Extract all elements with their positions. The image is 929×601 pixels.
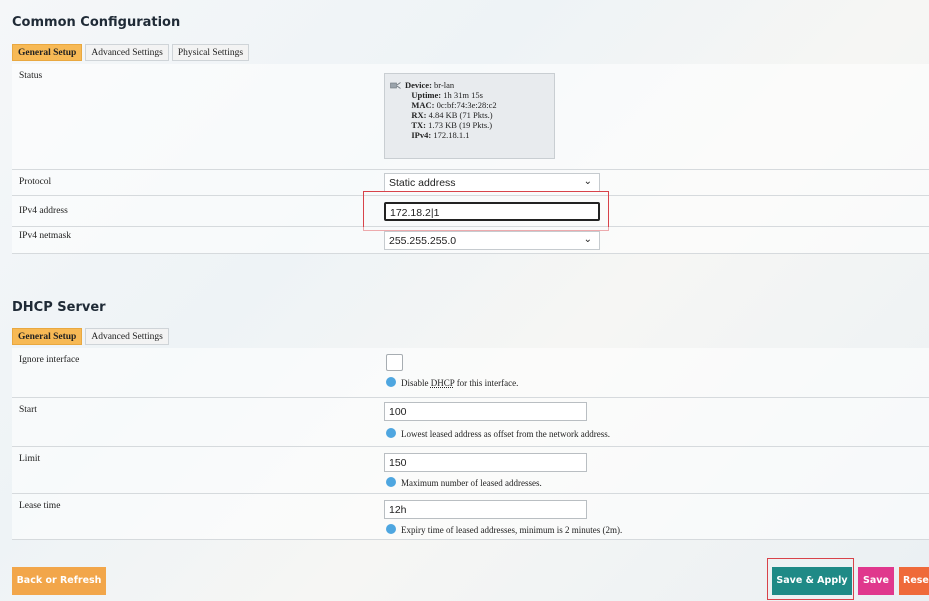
start-row: Start 100 Lowest leased address as offse… <box>12 398 929 447</box>
mac-label: MAC: <box>411 100 435 110</box>
tab-dhcp-general-setup[interactable]: General Setup <box>12 328 83 345</box>
info-icon <box>386 377 396 387</box>
save-button[interactable]: Save <box>858 567 894 595</box>
ipv4-label: IPv4: <box>411 130 432 140</box>
limit-hint: Maximum number of leased addresses. <box>386 477 542 488</box>
uptime-label: Uptime: <box>411 90 442 100</box>
hint-text: Disable <box>401 378 431 388</box>
uptime-value: 1h 31m 15s <box>443 90 483 100</box>
lease-time-row: Lease time 12h Expiry time of leased add… <box>12 494 929 540</box>
tab-dhcp-advanced-settings[interactable]: Advanced Settings <box>85 328 169 345</box>
start-input[interactable]: 100 <box>384 402 587 421</box>
status-row: Status Device: br-lan Uptime: 1h 31m 15s… <box>12 64 929 170</box>
tx-value: 1.73 KB (19 Pkts.) <box>428 120 493 130</box>
ipv4-value: 172.18.1.1 <box>433 130 470 140</box>
rx-value: 4.84 KB (71 Pkts.) <box>428 110 493 120</box>
tab-general-setup[interactable]: General Setup <box>12 44 83 61</box>
tx-label: TX: <box>411 120 427 130</box>
start-label: Start <box>19 405 37 415</box>
chevron-down-icon: ⌄ <box>583 176 592 187</box>
limit-label: Limit <box>19 454 41 464</box>
hint-text-tail: for this interface. <box>454 378 519 388</box>
device-value: br-lan <box>434 80 455 90</box>
ipv4-netmask-select-value: 255.255.255.0 <box>389 235 457 247</box>
limit-row: Limit 150 Maximum number of leased addre… <box>12 447 929 494</box>
lease-time-hint: Expiry time of leased addresses, minimum… <box>386 524 622 535</box>
lease-time-input[interactable]: 12h <box>384 500 587 519</box>
info-icon <box>386 477 396 487</box>
protocol-select-value: Static address <box>389 177 456 189</box>
info-icon <box>386 428 396 438</box>
ipv4-netmask-row: IPv4 netmask 255.255.255.0 ⌄ <box>12 227 929 254</box>
lease-time-hint-text: Expiry time of leased addresses, minimum… <box>401 525 623 535</box>
tab-physical-settings[interactable]: Physical Settings <box>171 44 250 61</box>
common-config-title: Common Configuration <box>12 15 181 30</box>
start-hint: Lowest leased address as offset from the… <box>386 428 610 439</box>
dhcp-abbr: DHCP <box>430 378 455 388</box>
limit-input[interactable]: 150 <box>384 453 587 472</box>
tab-advanced-settings[interactable]: Advanced Settings <box>85 44 169 61</box>
ipv4-netmask-label: IPv4 netmask <box>19 231 71 241</box>
back-or-refresh-button[interactable]: Back or Refresh <box>12 567 106 595</box>
start-hint-text: Lowest leased address as offset from the… <box>401 429 611 439</box>
ignore-interface-row: Ignore interface Disable DHCP for this i… <box>12 348 929 398</box>
device-label: Device: <box>405 80 432 90</box>
lease-time-label: Lease time <box>19 501 61 511</box>
network-device-icon <box>390 82 401 89</box>
common-config-tabs: General Setup Advanced Settings Physical… <box>12 44 250 61</box>
protocol-select[interactable]: Static address ⌄ <box>384 173 600 192</box>
chevron-down-icon: ⌄ <box>583 234 592 245</box>
limit-hint-text: Maximum number of leased addresses. <box>401 478 542 488</box>
ipv4-address-label: IPv4 address <box>19 206 68 216</box>
rx-label: RX: <box>411 110 427 120</box>
ignore-interface-checkbox[interactable] <box>386 354 403 371</box>
ipv4-netmask-select[interactable]: 255.255.255.0 ⌄ <box>384 231 600 250</box>
highlight-box-save-apply <box>767 558 854 600</box>
status-label: Status <box>19 71 43 81</box>
dhcp-server-title: DHCP Server <box>12 300 106 315</box>
info-icon <box>386 524 396 534</box>
mac-value: 0c:bf:74:3e:28:c2 <box>436 100 497 110</box>
dhcp-tabs: General Setup Advanced Settings <box>12 328 169 345</box>
status-box: Device: br-lan Uptime: 1h 31m 15s MAC: 0… <box>384 73 555 159</box>
highlight-box <box>363 191 609 231</box>
ignore-interface-label: Ignore interface <box>19 355 80 365</box>
protocol-label: Protocol <box>19 177 52 187</box>
reset-button[interactable]: Rese <box>899 567 929 595</box>
ignore-interface-hint: Disable DHCP for this interface. <box>386 377 518 388</box>
